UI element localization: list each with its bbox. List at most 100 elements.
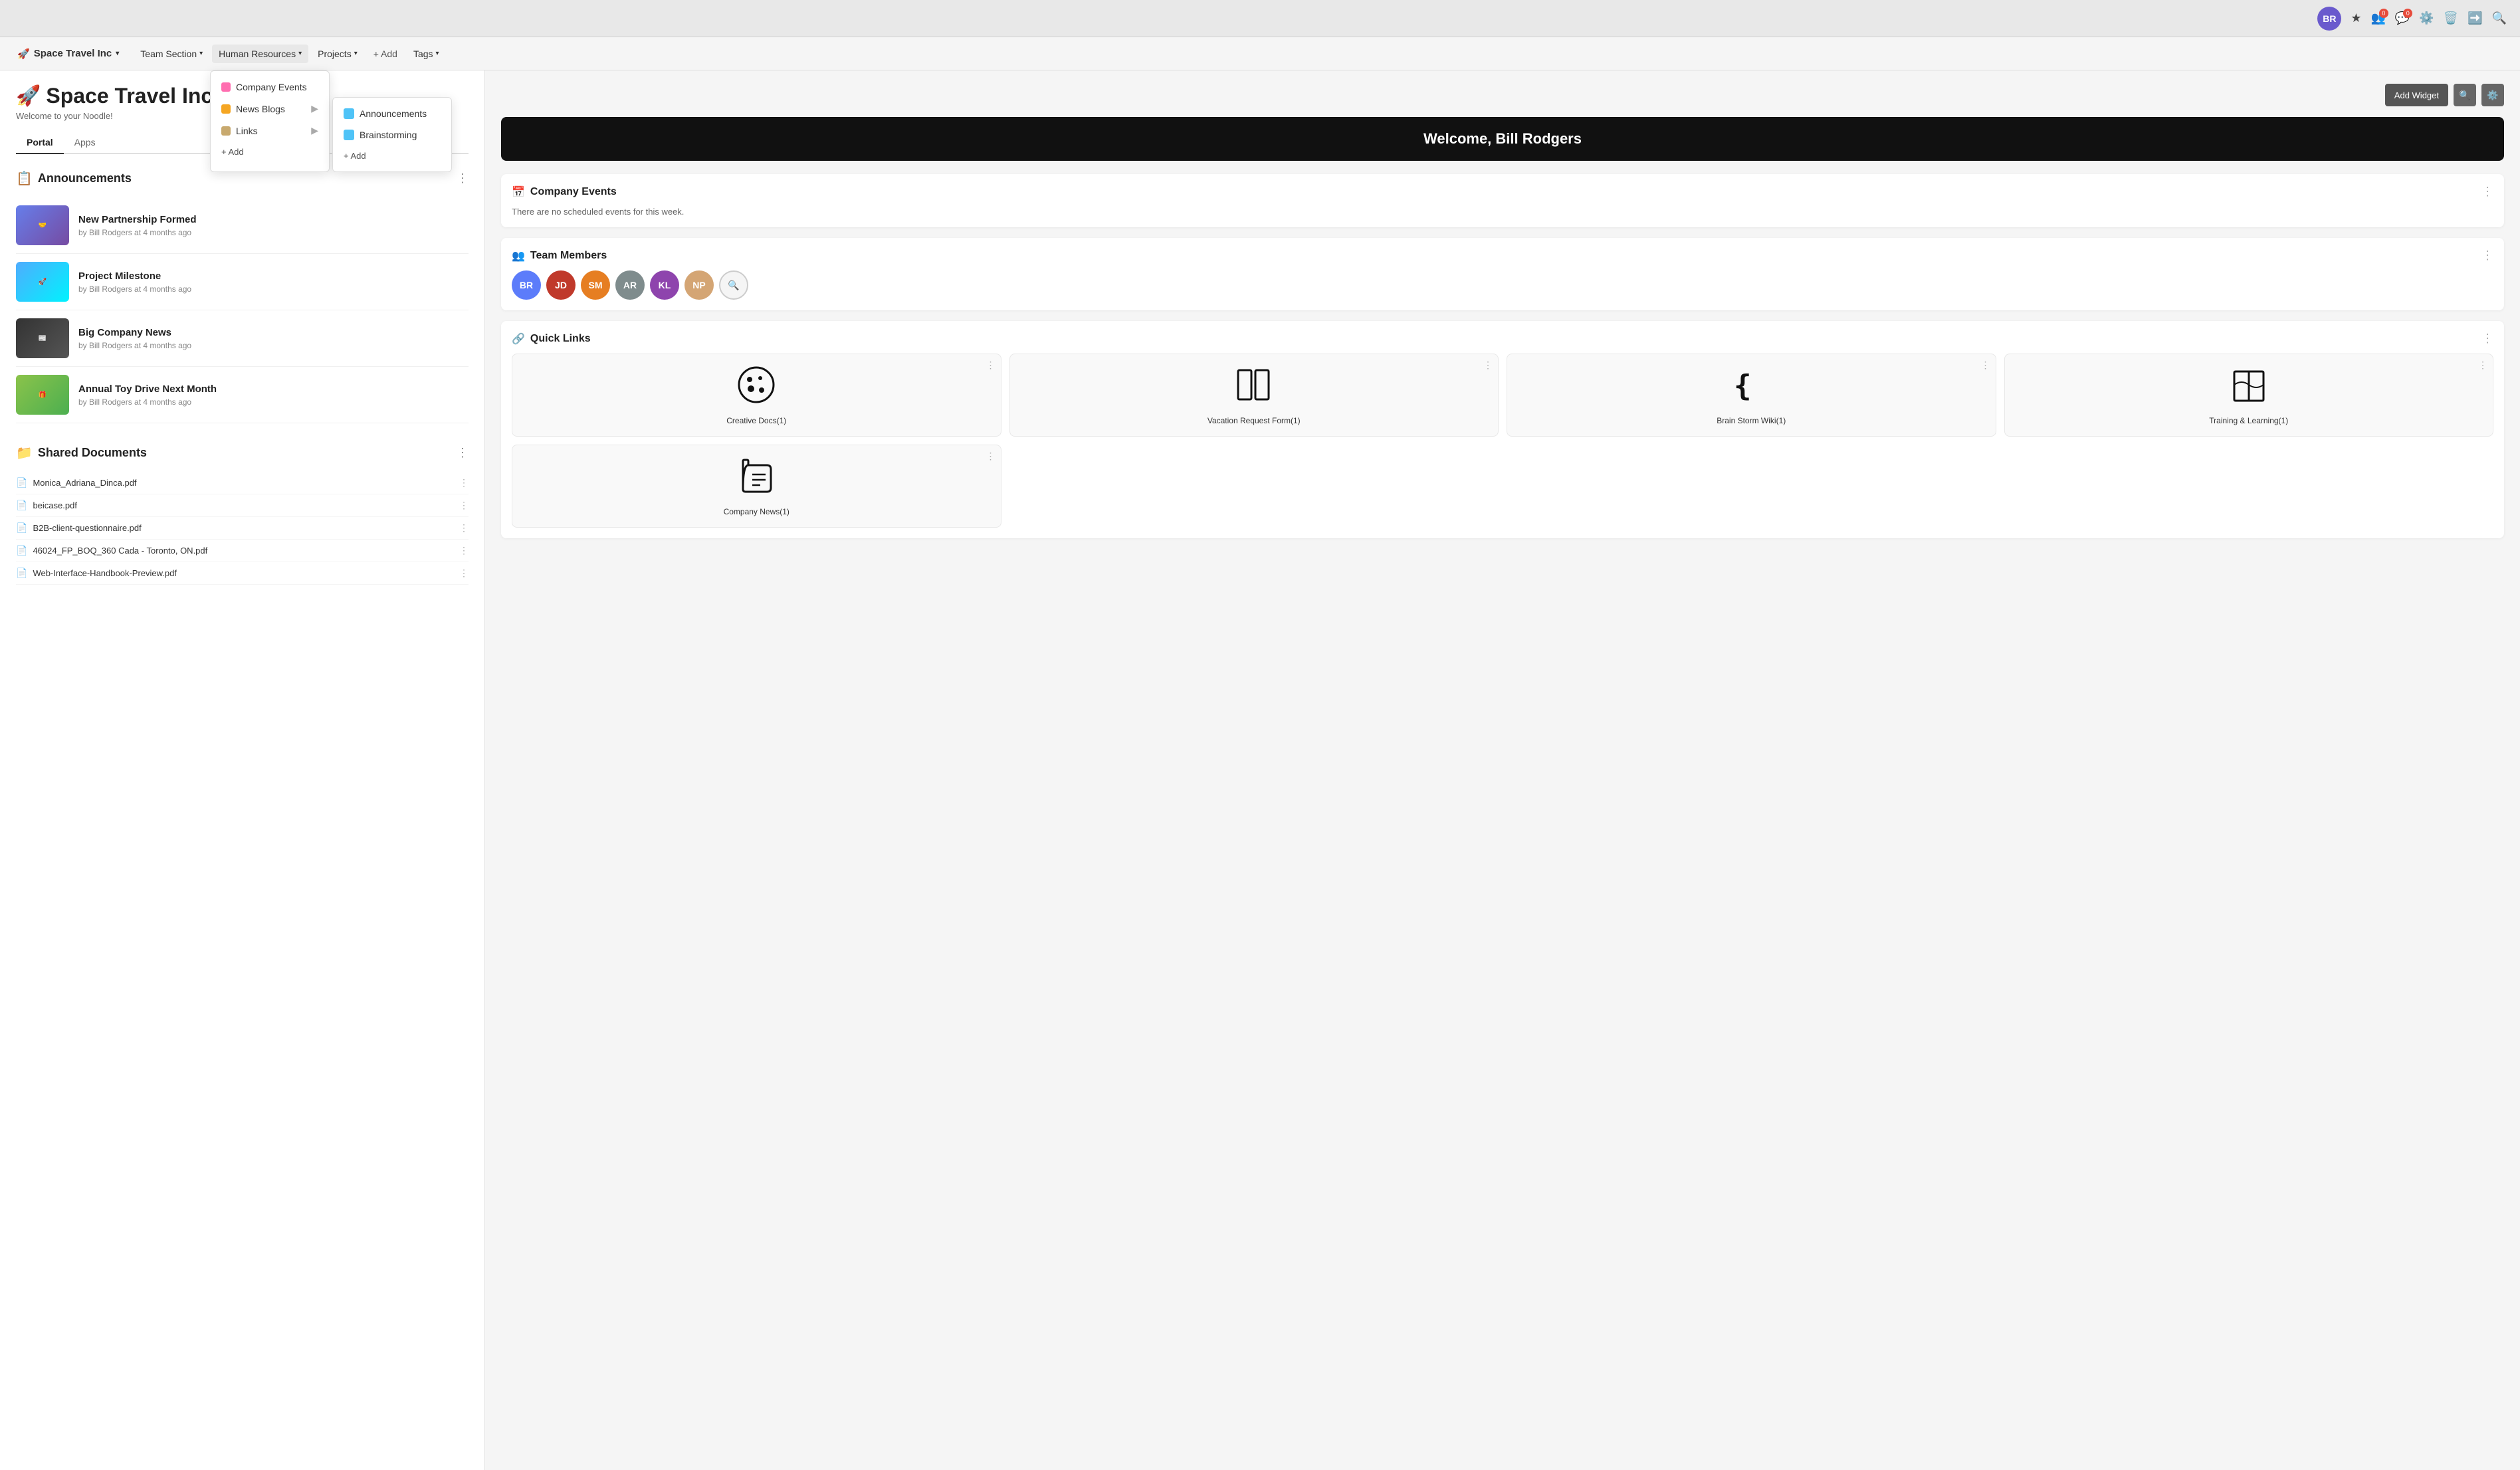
team-members-row: BR JD SM AR KL NP 🔍 — [512, 270, 2493, 300]
team-avatar-6[interactable]: NP — [684, 270, 714, 300]
quick-link-more-1[interactable]: ⋮ — [986, 360, 996, 371]
sub-add-button[interactable]: + Add — [333, 146, 451, 166]
sub-brainstorming[interactable]: Brainstorming — [333, 124, 451, 146]
doc-left-1: 📄 Monica_Adriana_Dinca.pdf — [16, 477, 137, 488]
bell-icon[interactable]: 💬 0 — [2395, 11, 2410, 25]
announcements-more[interactable]: ⋮ — [457, 171, 469, 185]
quick-link-label-1: Creative Docs(1) — [726, 416, 786, 425]
tab-apps[interactable]: Apps — [64, 132, 106, 154]
announcements-section: 📋 Announcements ⋮ 🤝 New Partnership Form… — [16, 170, 469, 423]
nav-item-projects[interactable]: Projects ▾ — [311, 45, 364, 63]
team-avatar-4[interactable]: AR — [615, 270, 645, 300]
nav-item-team-section[interactable]: Team Section ▾ — [134, 45, 209, 63]
settings-toolbar-button[interactable]: ⚙️ — [2481, 84, 2504, 106]
welcome-banner: Welcome, Bill Rodgers — [501, 117, 2504, 161]
search-toolbar-button[interactable]: 🔍 — [2454, 84, 2476, 106]
quick-link-more-3[interactable]: ⋮ — [1981, 360, 1990, 371]
shared-docs-title: 📁 Shared Documents — [16, 445, 147, 461]
doc-more-1[interactable]: ⋮ — [459, 477, 469, 488]
team-members-widget-title: 👥 Team Members — [512, 249, 607, 262]
gear-icon[interactable]: ⚙️ — [2419, 11, 2434, 25]
brand-label: Space Travel Inc — [34, 48, 112, 59]
doc-name-1: Monica_Adriana_Dinca.pdf — [33, 478, 136, 488]
shared-docs-more[interactable]: ⋮ — [457, 446, 469, 460]
creative-docs-icon — [736, 365, 776, 411]
doc-pdf-icon-4: 📄 — [16, 545, 27, 556]
shared-docs-title-label: Shared Documents — [38, 446, 147, 460]
top-bar-icons: BR ★ 👥 0 💬 0 ⚙️ 🗑️ ➡️ 🔍 — [2317, 7, 2507, 31]
main-layout: 🚀 Space Travel Inc Welcome to your Noodl… — [0, 70, 2520, 1470]
doc-name-2: beicase.pdf — [33, 500, 77, 510]
doc-item[interactable]: 📄 Web-Interface-Handbook-Preview.pdf ⋮ — [16, 562, 469, 585]
doc-pdf-icon-1: 📄 — [16, 477, 27, 488]
tab-portal[interactable]: Portal — [16, 132, 64, 154]
doc-more-3[interactable]: ⋮ — [459, 522, 469, 534]
brand-chevron: ▾ — [116, 50, 119, 57]
sub-announcements[interactable]: Announcements — [333, 103, 451, 124]
nav-item-add[interactable]: + Add — [367, 45, 404, 63]
doc-name-5: Web-Interface-Handbook-Preview.pdf — [33, 568, 177, 578]
nav-item-tags[interactable]: Tags ▾ — [407, 45, 446, 63]
bell-badge: 0 — [2403, 9, 2412, 18]
doc-more-2[interactable]: ⋮ — [459, 500, 469, 511]
search-icon[interactable]: 🔍 — [2492, 11, 2507, 25]
team-members-widget-header: 👥 Team Members ⋮ — [512, 249, 2493, 262]
quick-link-company-news[interactable]: ⋮ Company News(1) — [512, 445, 1001, 528]
top-bar: BR ★ 👥 0 💬 0 ⚙️ 🗑️ ➡️ 🔍 — [0, 0, 2520, 37]
avatar[interactable]: BR — [2317, 7, 2341, 31]
page-icon: 🚀 — [16, 84, 41, 108]
announcement-info-3: Big Company News by Bill Rodgers at 4 mo… — [78, 327, 469, 350]
doc-name-3: B2B-client-questionnaire.pdf — [33, 523, 141, 533]
team-avatar-5[interactable]: KL — [650, 270, 679, 300]
team-avatar-3[interactable]: SM — [581, 270, 610, 300]
brand-icon: 🚀 — [17, 48, 30, 60]
hr-add-button[interactable]: + Add — [211, 142, 329, 162]
doc-name-4: 46024_FP_BOQ_360 Cada - Toronto, ON.pdf — [33, 546, 207, 556]
team-members-widget-more[interactable]: ⋮ — [2481, 249, 2493, 262]
add-widget-button[interactable]: Add Widget — [2385, 84, 2448, 106]
nav-hr-label: Human Resources — [219, 49, 296, 59]
quick-links-second-row: ⋮ Company News(1) — [512, 445, 2493, 528]
quick-link-training[interactable]: ⋮ Training & Learning(1) — [2004, 354, 2494, 437]
quick-link-creative-docs[interactable]: ⋮ Creative Docs(1) — [512, 354, 1001, 437]
team-avatar-1[interactable]: BR — [512, 270, 541, 300]
users-icon[interactable]: 👥 0 — [2370, 11, 2385, 25]
quick-link-more-4[interactable]: ⋮ — [2478, 360, 2487, 371]
announcements-sub-label: Announcements — [360, 108, 427, 119]
announcement-thumb-2: 🚀 — [16, 262, 69, 302]
nav-item-human-resources[interactable]: Human Resources ▾ — [212, 45, 308, 63]
logout-icon[interactable]: ➡️ — [2468, 11, 2482, 25]
doc-left-2: 📄 beicase.pdf — [16, 500, 77, 511]
announcement-thumb-3: 📰 — [16, 318, 69, 358]
company-events-widget-more[interactable]: ⋮ — [2481, 185, 2493, 199]
quick-link-brainstorm-wiki[interactable]: ⋮ { } Brain Storm Wiki(1) — [1507, 354, 1996, 437]
quick-link-more-5[interactable]: ⋮ — [986, 451, 996, 462]
announcement-item[interactable]: 🎁 Annual Toy Drive Next Month by Bill Ro… — [16, 367, 469, 423]
announcement-item[interactable]: 🤝 New Partnership Formed by Bill Rodgers… — [16, 197, 469, 254]
hr-news-blogs[interactable]: News Blogs ▶ — [211, 98, 329, 120]
hr-company-events[interactable]: Company Events — [211, 76, 329, 98]
doc-item[interactable]: 📄 beicase.pdf ⋮ — [16, 494, 469, 517]
doc-item[interactable]: 📄 46024_FP_BOQ_360 Cada - Toronto, ON.pd… — [16, 540, 469, 562]
quick-link-vacation-form[interactable]: ⋮ Vacation Request Form(1) — [1009, 354, 1499, 437]
nav-bar: 🚀 Space Travel Inc ▾ Team Section ▾ Huma… — [0, 37, 2520, 70]
quick-links-widget-more[interactable]: ⋮ — [2481, 332, 2493, 346]
announcement-thumb-4: 🎁 — [16, 375, 69, 415]
announcement-item[interactable]: 🚀 Project Milestone by Bill Rodgers at 4… — [16, 254, 469, 310]
trash-icon[interactable]: 🗑️ — [2444, 11, 2458, 25]
brand-nav-item[interactable]: 🚀 Space Travel Inc ▾ — [11, 44, 126, 64]
doc-more-5[interactable]: ⋮ — [459, 568, 469, 579]
doc-pdf-icon-3: 📄 — [16, 522, 27, 534]
doc-item[interactable]: 📄 B2B-client-questionnaire.pdf ⋮ — [16, 517, 469, 540]
announcement-info-2: Project Milestone by Bill Rodgers at 4 m… — [78, 270, 469, 294]
team-avatar-search[interactable]: 🔍 — [719, 270, 748, 300]
star-icon[interactable]: ★ — [2351, 11, 2361, 25]
team-avatar-placeholder-2: JD — [546, 270, 576, 300]
announcement-item[interactable]: 📰 Big Company News by Bill Rodgers at 4 … — [16, 310, 469, 367]
doc-more-4[interactable]: ⋮ — [459, 545, 469, 556]
quick-link-more-2[interactable]: ⋮ — [1483, 360, 1493, 371]
doc-item[interactable]: 📄 Monica_Adriana_Dinca.pdf ⋮ — [16, 472, 469, 494]
doc-left-3: 📄 B2B-client-questionnaire.pdf — [16, 522, 142, 534]
hr-links[interactable]: Links ▶ — [211, 120, 329, 142]
team-avatar-2[interactable]: JD — [546, 270, 576, 300]
